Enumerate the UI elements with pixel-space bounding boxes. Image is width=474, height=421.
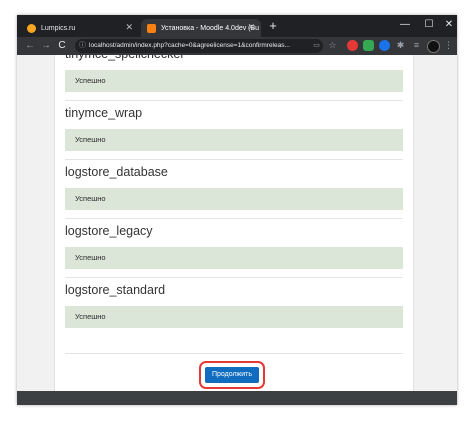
evernote-extension-icon[interactable] bbox=[363, 40, 374, 51]
site-info-icon[interactable]: ⓘ bbox=[79, 39, 86, 53]
window-bottom-bar bbox=[17, 391, 457, 405]
highlight-outline: Продолжить bbox=[199, 361, 265, 389]
close-tab-icon[interactable]: ✕ bbox=[247, 22, 255, 33]
page-content: tinymce_spellchecker Успешно tinymce_wra… bbox=[17, 55, 457, 391]
lumpics-favicon-icon bbox=[27, 23, 36, 33]
moodle-favicon-icon bbox=[147, 23, 156, 33]
new-tab-button[interactable]: + bbox=[266, 19, 280, 33]
reading-list-icon[interactable]: ≡ bbox=[411, 40, 422, 51]
browser-toolbar: ← → C ⓘ localhost/admin/index.php?cache=… bbox=[17, 37, 457, 55]
status-success: Успешно bbox=[65, 247, 403, 269]
status-success: Успешно bbox=[65, 306, 403, 328]
status-success: Успешно bbox=[65, 188, 403, 210]
plugin-name: logstore_standard bbox=[65, 283, 166, 297]
extensions-puzzle-icon[interactable]: ✱ bbox=[395, 40, 406, 51]
back-button[interactable]: ← bbox=[23, 39, 37, 53]
cast-icon[interactable]: ▭ bbox=[311, 40, 322, 51]
vpn-extension-icon[interactable] bbox=[379, 40, 390, 51]
tab-moodle-install[interactable]: Установка - Moodle 4.0dev (Bu ✕ bbox=[141, 19, 261, 37]
divider bbox=[65, 353, 403, 354]
address-bar[interactable]: ⓘ localhost/admin/index.php?cache=0&agre… bbox=[75, 39, 323, 53]
install-results-card: tinymce_spellchecker Успешно tinymce_wra… bbox=[54, 55, 414, 391]
continue-button[interactable]: Продолжить bbox=[205, 367, 259, 383]
close-tab-icon[interactable]: ✕ bbox=[125, 22, 133, 33]
divider bbox=[65, 218, 403, 219]
tab-title: Lumpics.ru bbox=[41, 24, 76, 32]
status-success: Успешно bbox=[65, 70, 403, 92]
browser-window: Lumpics.ru ✕ Установка - Moodle 4.0dev (… bbox=[17, 15, 457, 405]
url-text: localhost/admin/index.php?cache=0&agreel… bbox=[89, 42, 290, 49]
close-window-button[interactable]: ✕ bbox=[435, 17, 457, 33]
plugin-name: logstore_database bbox=[65, 165, 168, 179]
forward-button[interactable]: → bbox=[39, 39, 53, 53]
opera-extension-icon[interactable] bbox=[347, 40, 358, 51]
tab-lumpics[interactable]: Lumpics.ru ✕ bbox=[21, 19, 139, 37]
tab-strip: Lumpics.ru ✕ Установка - Moodle 4.0dev (… bbox=[17, 15, 457, 37]
divider bbox=[65, 159, 403, 160]
plugin-name: logstore_legacy bbox=[65, 224, 153, 238]
status-success: Успешно bbox=[65, 129, 403, 151]
plugin-name: tinymce_wrap bbox=[65, 106, 143, 120]
menu-kebab-icon[interactable]: ⋮ bbox=[443, 40, 454, 51]
bookmark-star-icon[interactable]: ☆ bbox=[327, 40, 338, 51]
divider bbox=[65, 100, 403, 101]
divider bbox=[65, 277, 403, 278]
profile-avatar[interactable] bbox=[427, 40, 440, 53]
tab-title: Установка - Moodle 4.0dev (Bu bbox=[161, 24, 260, 32]
plugin-name: tinymce_spellchecker bbox=[65, 55, 185, 61]
reload-button[interactable]: C bbox=[55, 39, 69, 53]
